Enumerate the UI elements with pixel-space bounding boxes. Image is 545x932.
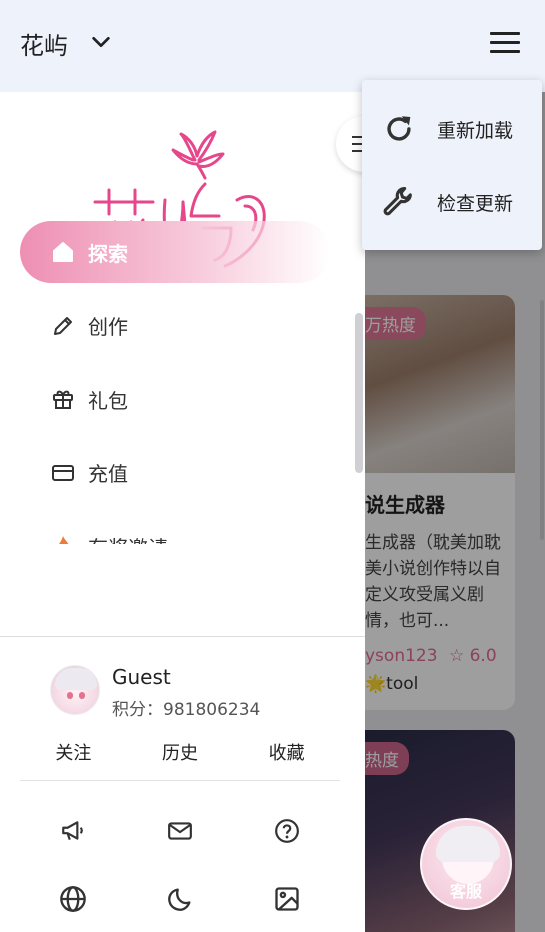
- user-points: 积分：981806234: [112, 695, 260, 720]
- megaphone-icon[interactable]: [20, 818, 127, 844]
- points-value: 981806234: [163, 700, 261, 720]
- pencil-icon: [50, 313, 76, 339]
- customer-service-button[interactable]: 客服: [420, 818, 512, 910]
- menu-item-label: 检查更新: [437, 192, 514, 215]
- mail-icon[interactable]: [127, 818, 234, 844]
- drawer-nav-clip: 探索 创作 礼包 充值 有奖邀请: [0, 221, 365, 544]
- hamburger-menu-icon[interactable]: [490, 32, 520, 54]
- nav-item-label: 探索: [88, 241, 128, 266]
- moon-icon[interactable]: [127, 885, 234, 913]
- menu-item-check-update[interactable]: 检查更新: [362, 177, 542, 227]
- menu-item-reload[interactable]: 重新加载: [362, 104, 542, 154]
- fire-icon: [50, 533, 76, 544]
- user-name: Guest: [112, 665, 171, 689]
- nav-item-label: 充值: [88, 462, 128, 487]
- nav-item-explore[interactable]: 探索: [20, 221, 330, 283]
- mascot-hair: [436, 826, 500, 862]
- globe-icon[interactable]: [20, 885, 127, 913]
- drawer-footer: Guest 积分：981806234 关注 历史 收藏: [0, 636, 365, 932]
- top-app-bar: 花屿: [0, 0, 545, 92]
- tab-favorites[interactable]: 收藏: [233, 735, 340, 780]
- card-icon: [50, 460, 76, 486]
- wrench-icon: [383, 186, 412, 216]
- gift-icon: [50, 386, 76, 412]
- home-icon: [50, 239, 76, 265]
- nav-item-label: 礼包: [88, 388, 128, 413]
- nav-item-label: 创作: [88, 315, 128, 340]
- tab-history[interactable]: 历史: [127, 735, 234, 780]
- tab-following[interactable]: 关注: [20, 735, 127, 780]
- image-icon[interactable]: [233, 885, 340, 913]
- user-tabs: 关注 历史 收藏: [20, 735, 340, 781]
- points-label: 积分：: [112, 700, 163, 720]
- nav-item-recharge[interactable]: 充值: [20, 442, 330, 504]
- drawer-nav-list: 探索 创作 礼包 充值 有奖邀请: [20, 221, 330, 544]
- nav-item-invite[interactable]: 有奖邀请: [20, 515, 330, 544]
- nav-item-gift[interactable]: 礼包: [20, 368, 330, 430]
- overflow-popup-menu: 重新加载 检查更新: [362, 80, 542, 250]
- avatar[interactable]: [50, 665, 100, 715]
- quick-icons: [20, 797, 340, 932]
- feed-scrollbar[interactable]: [540, 300, 544, 540]
- menu-item-label: 重新加载: [437, 119, 514, 142]
- refresh-icon: [387, 116, 411, 141]
- chevron-down-icon[interactable]: [90, 31, 112, 53]
- customer-service-label: 客服: [449, 882, 482, 901]
- nav-item-label: 有奖邀请: [88, 532, 168, 544]
- help-icon[interactable]: [233, 818, 340, 844]
- nav-item-create[interactable]: 创作: [20, 295, 330, 357]
- app-title[interactable]: 花屿: [20, 26, 68, 61]
